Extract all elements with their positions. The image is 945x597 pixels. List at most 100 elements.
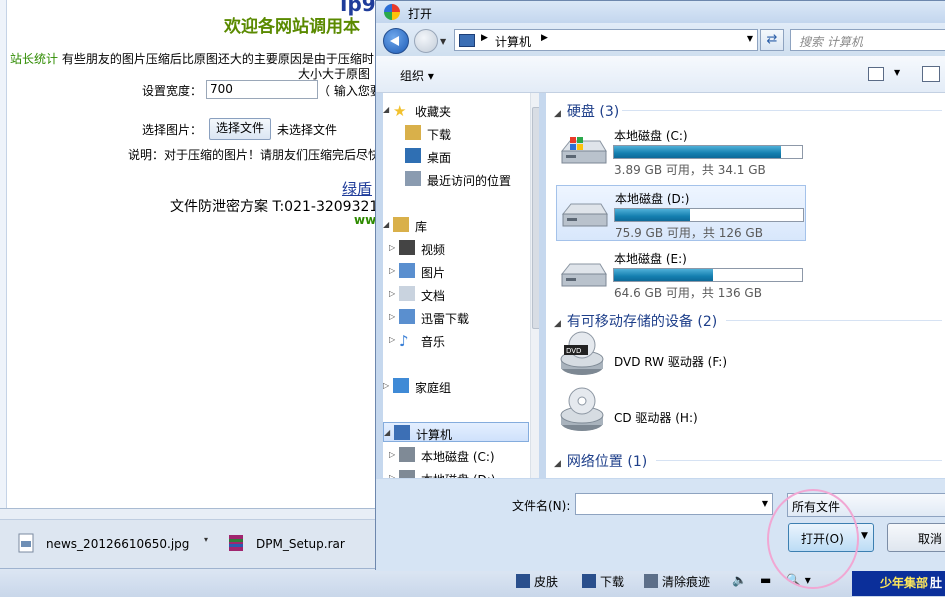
chrome-logo-icon [384,4,400,20]
intro-body: 有些朋友的图片压缩后比原图还大的主要原因是由于压缩时 [58,52,374,66]
chevron-down-icon[interactable]: ▼ [762,499,768,508]
music-library-icon: ♪ [399,332,409,350]
search-placeholder: 搜索 计算机 [799,35,863,49]
search-input[interactable]: 搜索 计算机 [790,29,945,51]
drive-item[interactable]: 本地磁盘 (E:) 64.6 GB 可用，共 136 GB [556,246,806,302]
welcome-heading: 欢迎各网站调用本 [224,17,360,37]
recent-locations-dropdown[interactable]: ▼ [440,37,446,46]
drive-name: 本地磁盘 (E:) [614,252,687,266]
nav-item[interactable]: ▷ 本地磁盘 (C:) [383,445,529,465]
nav-item[interactable]: ▷ 视频 [383,238,529,258]
picture-label: 选择图片： [142,123,203,137]
volume-icon[interactable]: 🔈 [732,573,747,587]
zoom-icon[interactable]: 🔍 ▾ [786,573,811,587]
group-header-network[interactable]: ◢ 网络位置 (1) [554,451,647,471]
file-type-filter[interactable]: 所有文件 [787,493,945,517]
open-button[interactable]: 打开(O) ▼ [788,523,874,552]
nav-item[interactable]: ▷ 文档 [383,284,529,304]
dialog-footer: 文件名(N): ▼ 所有文件 打开(O) ▼ 取消 [376,479,945,571]
filename-input[interactable]: ▼ [575,493,773,515]
download-icon [582,574,596,588]
nav-item[interactable]: ▷ 本地磁盘 (D:) [383,468,529,478]
cd-drive-item[interactable]: CD 驱动器 (H:) [556,387,806,445]
divider [656,460,942,461]
expand-icon[interactable]: ▷ [383,381,389,390]
brand-logo: 少年集部肚 [852,571,945,596]
cancel-button[interactable]: 取消 [887,523,945,552]
dialog-titlebar[interactable]: 打开 [376,1,945,23]
collapse-icon[interactable]: ◢ [383,220,389,229]
nav-item[interactable]: ◢ ★ 收藏夹 [383,100,529,120]
forward-button[interactable] [414,29,438,53]
download-item[interactable]: DPM_Setup.rar [218,525,374,567]
clear-traces-button[interactable]: 清除痕迹 [644,573,710,590]
nav-item[interactable]: ◢ 计算机 [383,422,529,442]
refresh-button[interactable]: ⇄ [760,29,784,51]
organize-menu[interactable]: 组织 ▾ [400,67,434,84]
expand-icon[interactable]: ▷ [389,266,395,275]
chevron-down-icon[interactable]: ▼ [861,531,868,541]
nav-item-label: 视频 [421,243,446,257]
svg-text:DVD: DVD [566,347,581,355]
drive-usage-bar [613,145,803,159]
nav-item[interactable]: 最近访问的位置 [383,169,529,189]
expand-icon[interactable]: ▷ [389,473,395,478]
collapse-icon[interactable]: ◢ [554,459,561,469]
dvd-drive-item[interactable]: DVD DVD RW 驱动器 (F:) [556,331,806,389]
chevron-down-icon[interactable]: ▾ [204,535,208,544]
chevron-down-icon[interactable]: ▼ [747,34,753,43]
skin-icon [516,574,530,588]
nav-item[interactable]: ▷ ♪ 音乐 [383,330,529,350]
printer-icon[interactable]: ▬ [760,573,771,587]
nav-item[interactable]: 下载 [383,123,529,143]
chevron-right-icon[interactable]: ▶ [541,33,548,43]
page-left-frame [0,0,7,520]
choose-file-button[interactable]: 选择文件 [209,118,272,140]
preview-pane-button[interactable] [922,66,940,82]
nav-item[interactable]: ◢ 库 [383,215,529,235]
chevron-down-icon[interactable]: ▼ [894,68,900,77]
drive-item[interactable]: 本地磁盘 (C:) 3.89 GB 可用，共 34.1 GB [556,123,806,179]
skin-button[interactable]: 皮肤 [516,573,558,590]
thunder-download-folder-icon [399,309,415,324]
nav-item[interactable]: ▷ 图片 [383,261,529,281]
expand-icon[interactable]: ▷ [389,335,395,344]
expand-icon[interactable]: ▷ [389,289,395,298]
collapse-icon[interactable]: ◢ [384,428,390,437]
group-header-hdd[interactable]: ◢ 硬盘 (3) [554,101,619,121]
horizontal-scrollbar[interactable] [0,509,376,520]
view-icon [868,67,884,81]
drive-item[interactable]: 本地磁盘 (D:) 75.9 GB 可用，共 126 GB [556,185,806,241]
width-label: 设置宽度： [142,84,203,98]
collapse-icon[interactable]: ◢ [554,109,561,119]
drive-usage-fill [614,269,713,281]
expand-icon[interactable]: ▷ [389,450,395,459]
change-view-button[interactable]: ▼ [868,66,902,82]
downloads-bar: news_20126610650.jpg ▾ DPM_Setup.rar [0,508,376,569]
filename-label: 文件名(N): [512,499,571,513]
nav-scrollbar[interactable] [530,93,539,478]
note-text: 说明：对于压缩的图片！请朋友们压缩完后尽快 [128,148,381,162]
back-button[interactable] [383,28,409,54]
download-folder-icon [405,125,421,140]
collapse-icon[interactable]: ◢ [554,319,561,329]
nav-item[interactable]: ▷ 迅雷下载 [383,307,529,327]
system-drive-icon [560,137,607,167]
system-drive-icon [399,447,415,462]
nav-item[interactable]: 桌面 [383,146,529,166]
expand-icon[interactable]: ▷ [389,312,395,321]
scrollbar-thumb[interactable] [532,107,539,329]
expand-icon[interactable]: ▷ [389,243,395,252]
stats-link[interactable]: 站长统计 [10,52,58,66]
jpg-file-icon [18,533,34,553]
nav-item[interactable]: ▷ 家庭组 [383,376,529,396]
drive-usage-fill [614,146,781,158]
address-bar[interactable]: ▶ 计算机 ▶ ▼ [454,29,758,51]
group-header-removable[interactable]: ◢ 有可移动存储的设备 (2) [554,311,717,331]
address-path[interactable]: 计算机 [495,33,531,50]
download-button[interactable]: 下载 [582,573,624,590]
chevron-right-icon[interactable]: ▶ [481,33,488,43]
width-input[interactable]: 700 [206,80,318,99]
download-item[interactable]: news_20126610650.jpg ▾ [8,525,216,567]
collapse-icon[interactable]: ◢ [383,105,389,114]
